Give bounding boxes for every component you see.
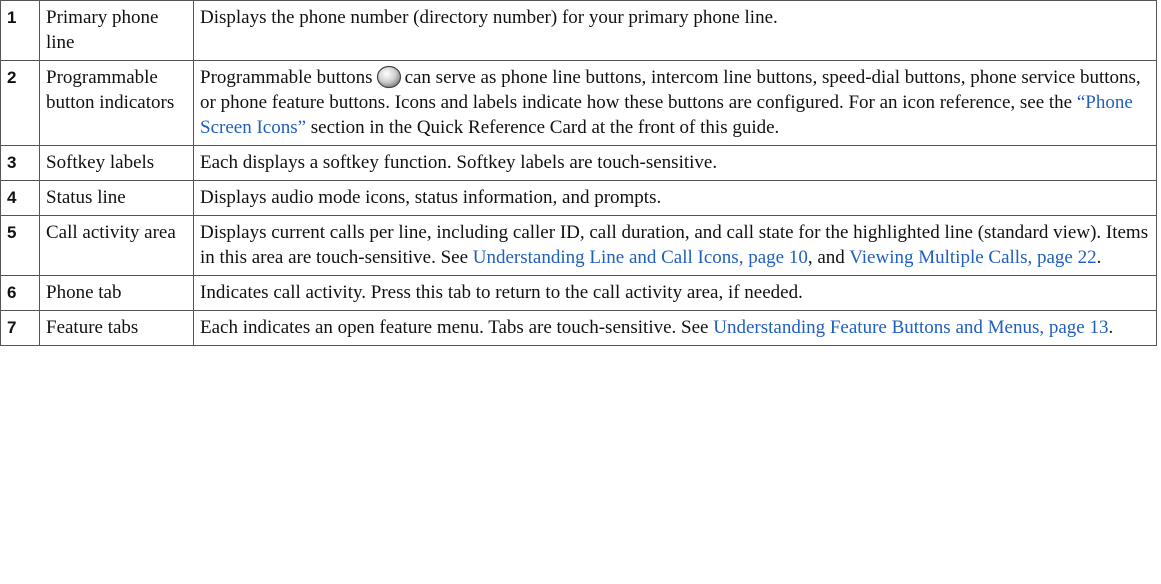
description-text: , and [807, 247, 845, 268]
row-label: Primary phone line [39, 0, 194, 61]
row-label: Status line [39, 180, 194, 216]
round-button-icon [376, 65, 401, 89]
description-text: . [1108, 317, 1114, 338]
row-description: Displays audio mode icons, status inform… [193, 180, 1157, 216]
table-row: 1 Primary phone line Displays the phone … [0, 0, 1157, 61]
row-label: Softkey labels [39, 145, 194, 181]
table-row: 3 Softkey labels Each displays a softkey… [0, 145, 1157, 181]
description-text: Programmable buttons [200, 67, 373, 88]
description-text: . [1096, 247, 1102, 268]
row-description: Indicates call activity. Press this tab … [193, 275, 1157, 311]
row-number: 2 [0, 60, 40, 146]
table-row: 5 Call activity area Displays current ca… [0, 215, 1157, 276]
row-description: Each displays a softkey function. Softke… [193, 145, 1157, 181]
row-number: 3 [0, 145, 40, 181]
row-label: Call activity area [39, 215, 194, 276]
row-number: 7 [0, 310, 40, 346]
table-row: 6 Phone tab Indicates call activity. Pre… [0, 275, 1157, 311]
row-number: 5 [0, 215, 40, 276]
reference-table: 1 Primary phone line Displays the phone … [0, 0, 1157, 346]
row-number: 6 [0, 275, 40, 311]
row-label: Programmable button indicators [39, 60, 194, 146]
table-row: 4 Status line Displays audio mode icons,… [0, 180, 1157, 216]
description-text: Each indicates an open feature menu. Tab… [200, 317, 709, 338]
table-row: 7 Feature tabs Each indicates an open fe… [0, 310, 1157, 346]
row-number: 4 [0, 180, 40, 216]
table-row: 2 Programmable button indicators Program… [0, 60, 1157, 146]
line-call-icons-link[interactable]: Understanding Line and Call Icons, page … [473, 247, 808, 268]
row-description: Programmable buttons can serve as phone l… [193, 60, 1157, 146]
row-description: Displays the phone number (directory num… [193, 0, 1157, 61]
description-text: section in the Quick Reference Card at t… [310, 117, 780, 138]
row-description: Displays current calls per line, includi… [193, 215, 1157, 276]
multiple-calls-link[interactable]: Viewing Multiple Calls, page 22 [849, 247, 1096, 268]
row-label: Feature tabs [39, 310, 194, 346]
feature-buttons-link[interactable]: Understanding Feature Buttons and Menus,… [713, 317, 1108, 338]
row-number: 1 [0, 0, 40, 61]
row-label: Phone tab [39, 275, 194, 311]
row-description: Each indicates an open feature menu. Tab… [193, 310, 1157, 346]
